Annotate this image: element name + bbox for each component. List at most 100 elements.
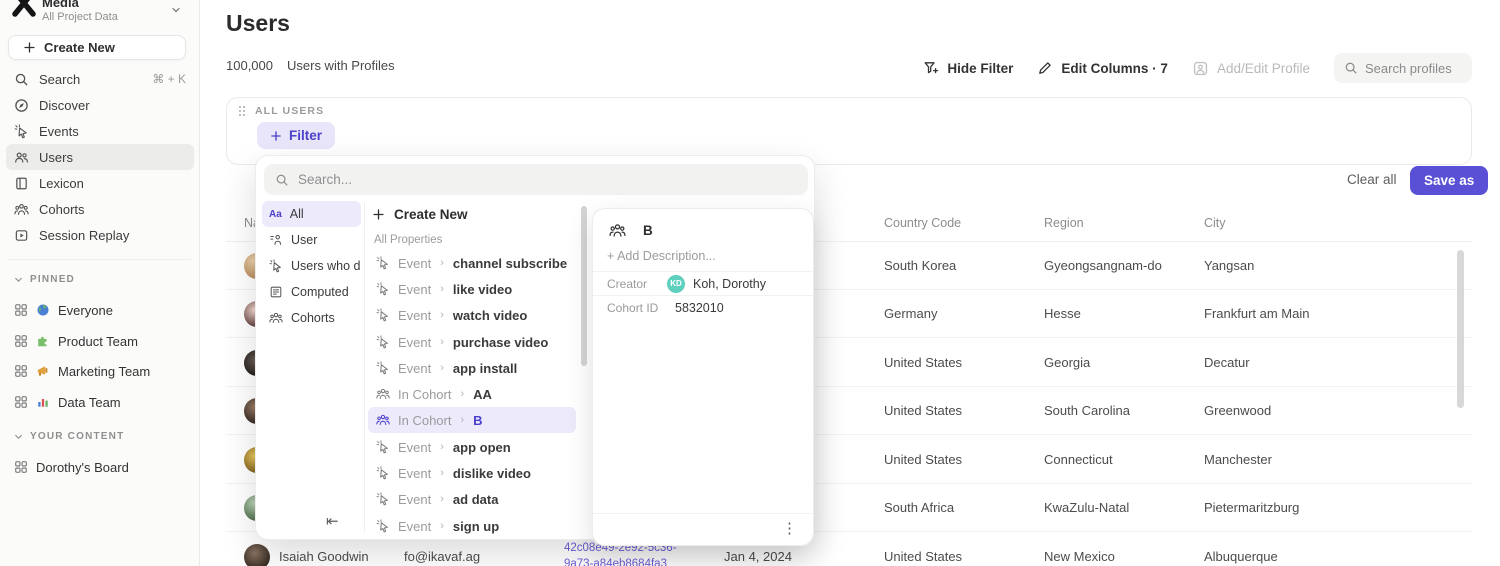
- board-grid-icon: [14, 334, 28, 348]
- sidebar-item-events[interactable]: Events: [6, 118, 194, 144]
- your-content-section-header[interactable]: YOUR CONTENT: [0, 429, 124, 443]
- col-country[interactable]: Country Code: [884, 216, 961, 230]
- sidebar-item-users[interactable]: Users: [6, 144, 194, 170]
- globe-icon: [36, 303, 50, 317]
- event-cursor-icon: [376, 519, 390, 533]
- hide-filter-button[interactable]: Hide Filter: [923, 60, 1013, 76]
- pinned-section-header[interactable]: PINNED: [0, 272, 75, 286]
- menu-item-event-watch-video[interactable]: Event›watch video: [368, 302, 576, 328]
- book-icon: [14, 176, 29, 191]
- page-title: Users: [226, 10, 290, 37]
- add-description-button[interactable]: + Add Description...: [607, 249, 716, 263]
- event-cursor-icon: [376, 282, 390, 296]
- cohorts-icon: [14, 202, 29, 217]
- search-icon: [275, 173, 289, 187]
- table-scrollbar[interactable]: [1457, 250, 1464, 408]
- sidebar-nav: Search ⌘ + K Discover Events Users Lexic…: [6, 66, 194, 248]
- category-cohorts[interactable]: Cohorts: [262, 305, 361, 331]
- funnel-plus-icon: [923, 60, 939, 76]
- save-as-button[interactable]: Save as: [1410, 166, 1488, 195]
- event-cursor-icon: [376, 361, 390, 375]
- plus-icon: [270, 130, 282, 142]
- collapse-panel-icon[interactable]: ⇤: [326, 512, 339, 530]
- category-user[interactable]: User: [262, 227, 361, 253]
- col-region[interactable]: Region: [1044, 216, 1084, 230]
- sidebar-board-dorothys-board[interactable]: Dorothy's Board: [6, 453, 194, 481]
- cohort-detail-popover: B + Add Description... Creator KD Koh, D…: [592, 208, 814, 546]
- compass-icon: [14, 98, 29, 113]
- event-cursor-icon: [376, 308, 390, 322]
- cohorts-icon: [376, 387, 390, 401]
- board-grid-icon: [14, 460, 28, 474]
- menu-item-event-app-install[interactable]: Event›app install: [368, 355, 576, 381]
- chevron-down-icon: [14, 275, 23, 284]
- workspace-name: Media: [42, 0, 79, 10]
- event-cursor-icon: [376, 466, 390, 480]
- add-edit-profile-button[interactable]: Add/Edit Profile: [1192, 60, 1310, 77]
- event-cursor-icon: [376, 256, 390, 270]
- cohort-name: B: [643, 223, 653, 238]
- event-cursor-icon: [376, 492, 390, 506]
- category-all[interactable]: Aa All: [262, 201, 361, 227]
- menu-search-box[interactable]: [264, 164, 808, 195]
- board-grid-icon: [14, 364, 28, 378]
- plus-icon: [372, 208, 385, 221]
- menu-item-event-purchase-video[interactable]: Event›purchase video: [368, 329, 576, 355]
- cohorts-icon: [376, 413, 390, 427]
- sidebar-board-everyone[interactable]: Everyone: [6, 296, 194, 324]
- menu-item-cohort-b[interactable]: In Cohort›B: [368, 407, 576, 433]
- sidebar-item-lexicon[interactable]: Lexicon: [6, 170, 194, 196]
- sidebar-board-product-team[interactable]: Product Team: [6, 327, 194, 355]
- board-grid-icon: [14, 303, 28, 317]
- profile-count-label[interactable]: Users with Profiles: [287, 58, 395, 73]
- avatar: [244, 544, 270, 566]
- menu-item-event-like-video[interactable]: Event›like video: [368, 276, 576, 302]
- profile-card-icon: [1192, 60, 1209, 77]
- event-cursor-icon: [376, 335, 390, 349]
- app-root: { "workspace": { "name": "Media", "proje…: [0, 0, 1500, 566]
- header-actions: Hide Filter Edit Columns · 7 Add/Edit Pr…: [923, 53, 1472, 83]
- creator-avatar: KD: [667, 275, 685, 293]
- event-cursor-icon: [376, 440, 390, 454]
- sidebar-item-cohorts[interactable]: Cohorts: [6, 196, 194, 222]
- menu-item-event-dislike-video[interactable]: Event›dislike video: [368, 460, 576, 486]
- create-new-button[interactable]: Create New: [8, 35, 186, 60]
- replay-icon: [14, 228, 29, 243]
- sidebar-item-search[interactable]: Search ⌘ + K: [6, 66, 194, 92]
- search-profiles-input[interactable]: [1365, 61, 1465, 76]
- menu-create-new-button[interactable]: Create New: [372, 202, 468, 226]
- menu-item-event-app-open[interactable]: Event›app open: [368, 434, 576, 460]
- category-users-who-did[interactable]: Users who di...: [262, 253, 361, 279]
- menu-item-cohort-aa[interactable]: In Cohort›AA: [368, 381, 576, 407]
- popover-divider: [593, 513, 813, 514]
- sidebar-item-session-replay[interactable]: Session Replay: [6, 222, 194, 248]
- drag-handle-icon[interactable]: [238, 105, 246, 117]
- menu-item-event-sign-up[interactable]: Event›sign up: [368, 513, 576, 539]
- search-icon: [1344, 61, 1358, 75]
- add-filter-button[interactable]: Filter: [257, 122, 335, 149]
- sidebar-board-marketing-team[interactable]: Marketing Team: [6, 357, 194, 385]
- menu-divider: [364, 202, 365, 532]
- edit-columns-button[interactable]: Edit Columns · 7: [1037, 60, 1168, 76]
- more-options-icon[interactable]: ⋮: [782, 519, 797, 537]
- workspace-switcher[interactable]: Media All Project Data: [0, 0, 200, 32]
- search-shortcut: ⌘ + K: [152, 72, 186, 86]
- col-city[interactable]: City: [1204, 216, 1226, 230]
- brand-logo-icon: [10, 0, 38, 26]
- sidebar-item-discover[interactable]: Discover: [6, 92, 194, 118]
- menu-item-event-channel-subscribe[interactable]: Event›channel subscribe: [368, 250, 576, 276]
- user-props-icon: [269, 233, 283, 247]
- creator-name: Koh, Dorothy: [693, 277, 766, 291]
- chevron-down-icon: [14, 432, 23, 441]
- clear-all-button[interactable]: Clear all: [1347, 172, 1397, 187]
- profile-count: 100,000: [226, 58, 273, 73]
- menu-search-input[interactable]: [298, 172, 797, 187]
- megaphone-icon: [36, 364, 50, 378]
- sidebar-board-data-team[interactable]: Data Team: [6, 388, 194, 416]
- menu-list-scrollbar[interactable]: [581, 206, 587, 366]
- event-cursor-icon: [14, 124, 29, 139]
- search-profiles-box[interactable]: [1334, 53, 1472, 83]
- search-icon: [14, 72, 29, 87]
- menu-item-event-ad-data[interactable]: Event›ad data: [368, 486, 576, 512]
- category-computed[interactable]: Computed: [262, 279, 361, 305]
